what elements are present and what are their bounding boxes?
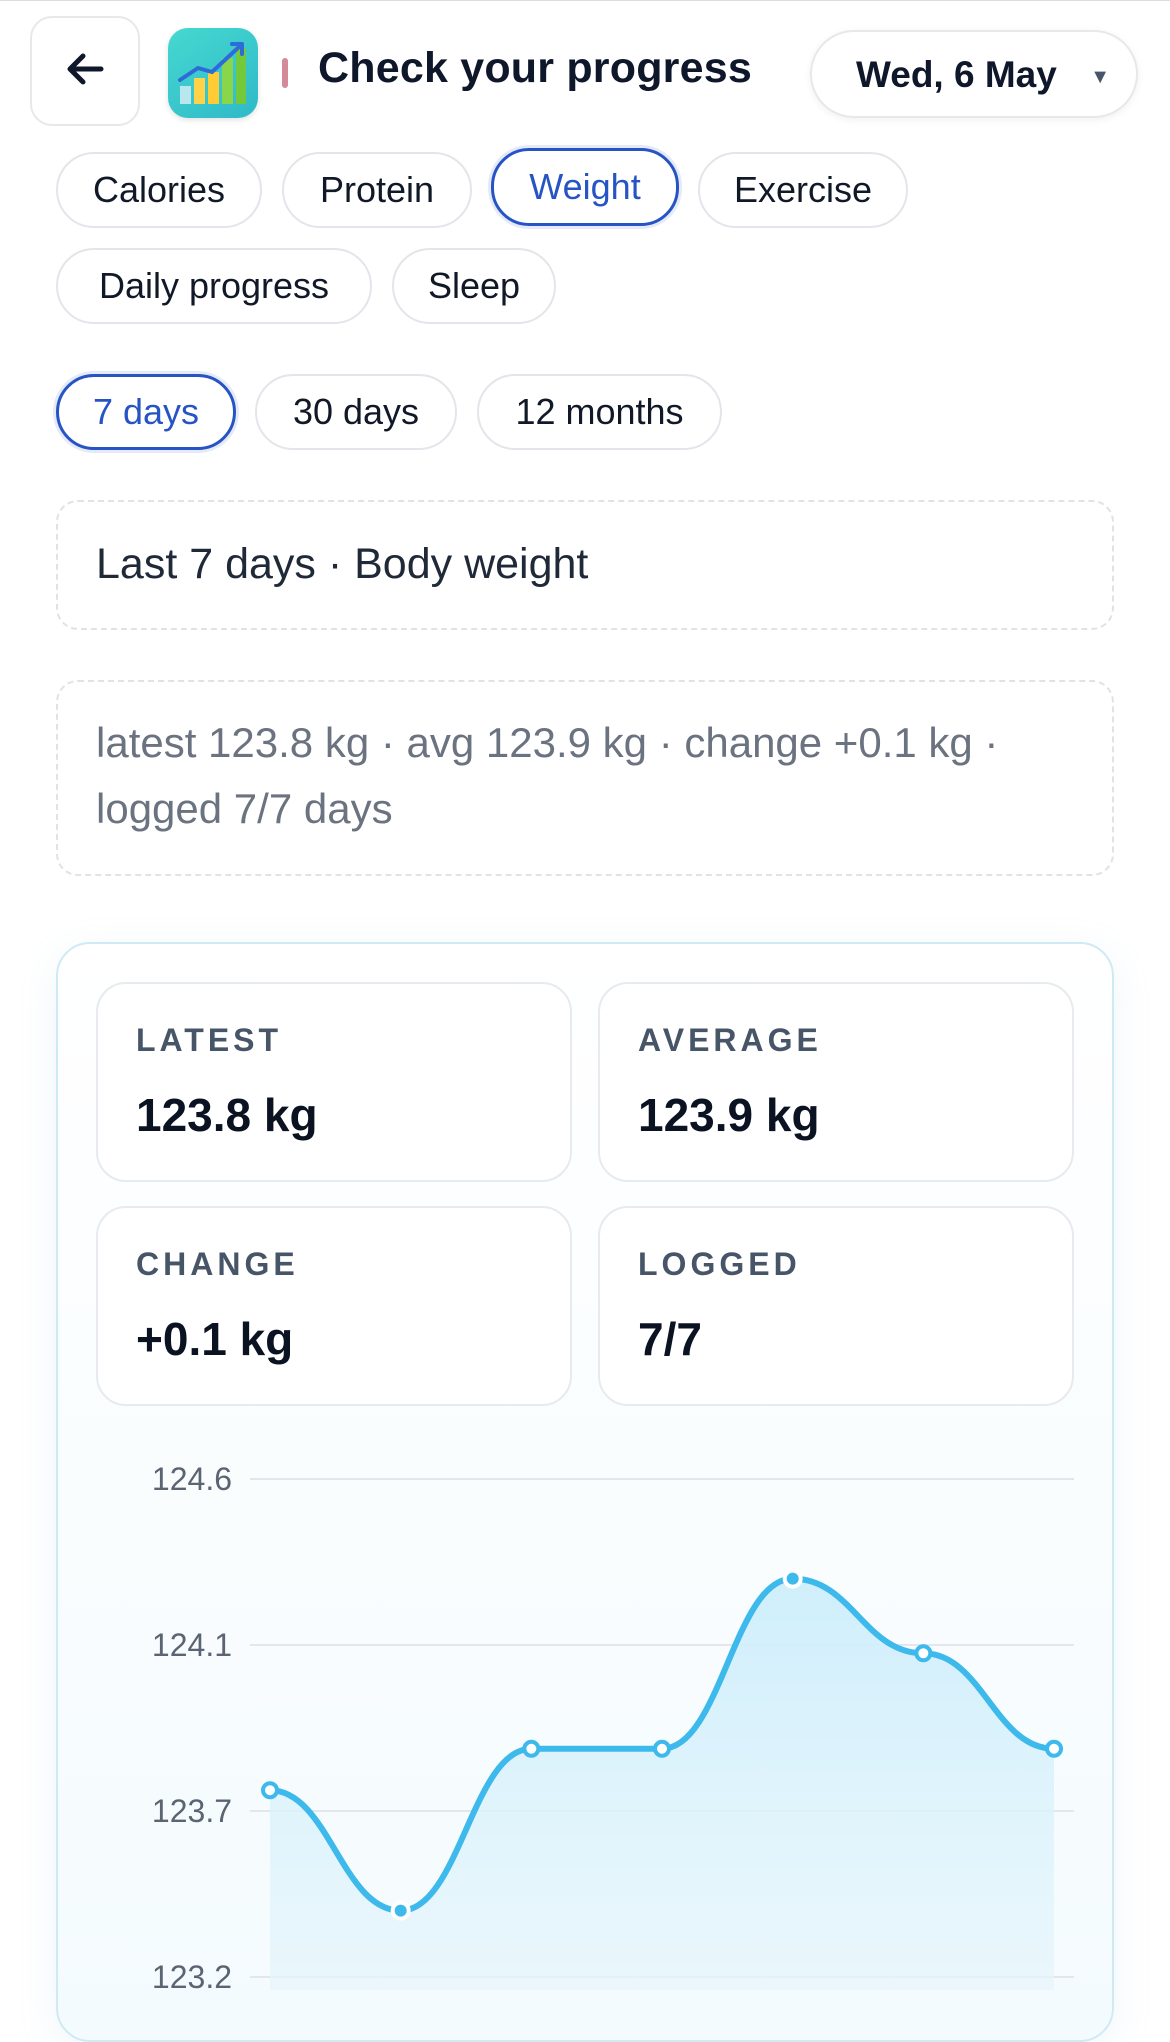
y-tick-label: 123.7 xyxy=(152,1793,232,1829)
area-fill xyxy=(270,1578,1055,1990)
weight-chart: 124.6 124.1 123.7 123.2 xyxy=(152,1461,1074,1990)
data-point[interactable] xyxy=(261,1781,279,1800)
data-point[interactable] xyxy=(390,1900,411,1921)
data-point[interactable] xyxy=(653,1739,672,1758)
y-tick-label: 123.2 xyxy=(152,1959,232,1990)
data-point[interactable] xyxy=(914,1644,933,1663)
y-tick-label: 124.1 xyxy=(152,1627,232,1663)
data-point[interactable] xyxy=(1045,1739,1064,1758)
data-point[interactable] xyxy=(782,1568,803,1589)
data-point[interactable] xyxy=(522,1739,541,1758)
y-tick-label: 124.6 xyxy=(152,1461,232,1497)
